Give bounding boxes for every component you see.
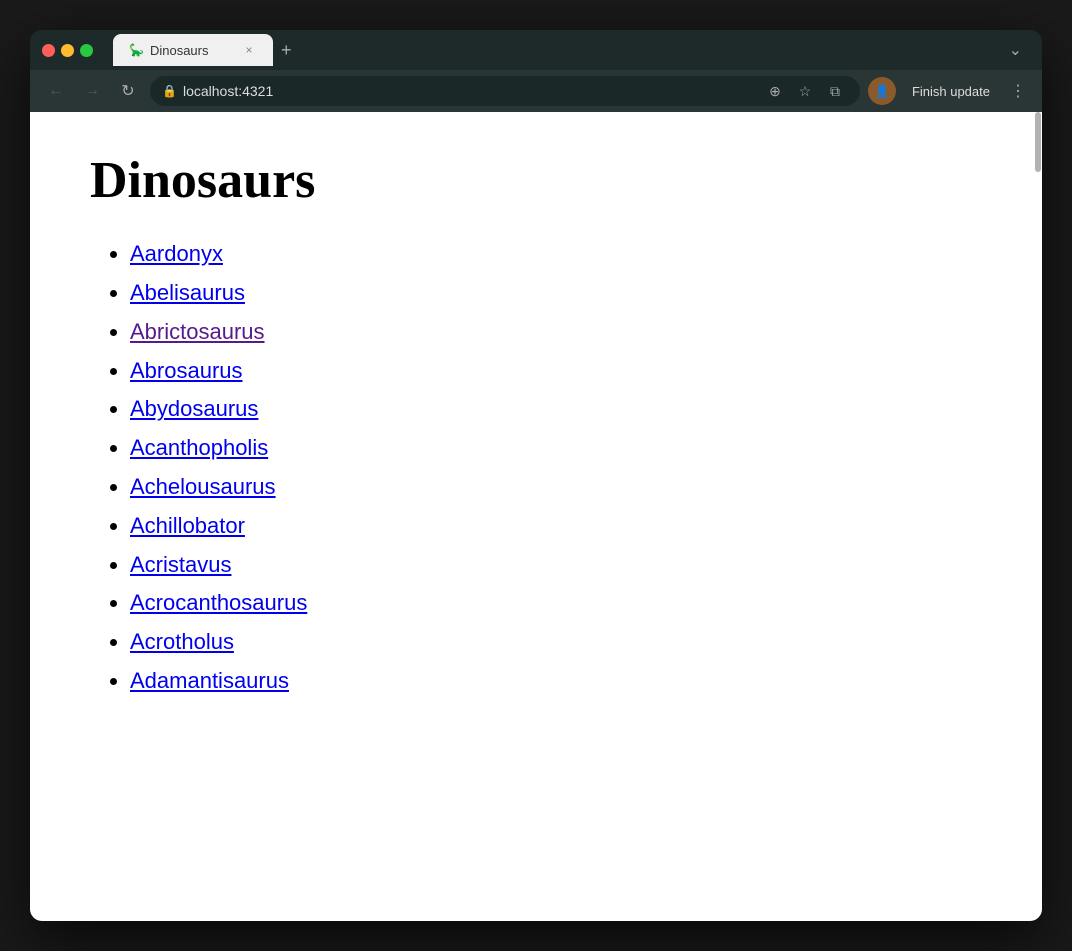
list-item: Abrictosaurus [130,317,982,348]
dinosaur-link[interactable]: Abrictosaurus [130,319,265,344]
scrollbar-thumb[interactable] [1035,112,1041,172]
zoom-button[interactable]: ⊕ [762,78,788,104]
dinosaur-link[interactable]: Acanthopholis [130,435,268,460]
address-bar: ← → ↻ 🔒 localhost:4321 ⊕ ☆ ⧉ 👤 Finish up… [30,70,1042,112]
reload-button[interactable]: ↻ [114,77,142,105]
list-item: Acanthopholis [130,433,982,464]
tab-favicon: 🦕 [129,43,144,57]
list-item: Acrotholus [130,627,982,658]
page-title: Dinosaurs [90,152,982,209]
dinosaur-link[interactable]: Achelousaurus [130,474,276,499]
title-bar: 🦕 Dinosaurs × + ⌄ [30,30,1042,70]
tab-bar: 🦕 Dinosaurs × + [113,34,993,66]
avatar-button[interactable]: 👤 [868,77,896,105]
extensions-button[interactable]: ⧉ [822,78,848,104]
dinosaur-link[interactable]: Acrocanthosaurus [130,590,307,615]
address-actions: ⊕ ☆ ⧉ [762,78,848,104]
dinosaur-link[interactable]: Abelisaurus [130,280,245,305]
active-tab[interactable]: 🦕 Dinosaurs × [113,34,273,66]
list-item: Aardonyx [130,239,982,270]
dinosaur-link[interactable]: Aardonyx [130,241,223,266]
page-content: Dinosaurs Aardonyx Abelisaurus Abrictosaur… [30,112,1042,921]
list-item: Abydosaurus [130,394,982,425]
tab-title: Dinosaurs [150,43,235,58]
dinosaur-link[interactable]: Achillobator [130,513,245,538]
back-button[interactable]: ← [42,77,70,105]
tab-close-button[interactable]: × [241,42,257,58]
tab-overflow-button[interactable]: ⌄ [1001,36,1030,64]
address-input-container[interactable]: 🔒 localhost:4321 ⊕ ☆ ⧉ [150,76,860,106]
bookmark-button[interactable]: ☆ [792,78,818,104]
dinosaur-link[interactable]: Acristavus [130,552,231,577]
lock-icon: 🔒 [162,84,177,98]
list-item: Acrocanthosaurus [130,588,982,619]
maximize-button[interactable] [80,44,93,57]
dinosaur-link[interactable]: Adamantisaurus [130,668,289,693]
dinosaur-list: Aardonyx Abelisaurus Abrictosaurus Abrosaur… [90,239,982,697]
list-item: Abrosaurus [130,356,982,387]
finish-update-button[interactable]: Finish update [904,80,998,103]
page-inner: Dinosaurs Aardonyx Abelisaurus Abrictosaur… [30,112,1042,745]
list-item: Adamantisaurus [130,666,982,697]
list-item: Achillobator [130,511,982,542]
close-button[interactable] [42,44,55,57]
traffic-lights [42,44,93,57]
list-item: Acristavus [130,550,982,581]
scrollbar-track[interactable] [1034,112,1042,921]
avatar-label: 👤 [874,84,889,98]
forward-button[interactable]: → [78,77,106,105]
new-tab-button[interactable]: + [273,36,300,65]
list-item: Achelousaurus [130,472,982,503]
dinosaur-link[interactable]: Acrotholus [130,629,234,654]
more-options-button[interactable]: ⋮ [1006,77,1030,105]
browser-window: 🦕 Dinosaurs × + ⌄ ← → ↻ 🔒 localhost:4321… [30,30,1042,921]
dinosaur-link[interactable]: Abrosaurus [130,358,243,383]
address-text: localhost:4321 [183,83,756,99]
dinosaur-link[interactable]: Abydosaurus [130,396,258,421]
list-item: Abelisaurus [130,278,982,309]
minimize-button[interactable] [61,44,74,57]
